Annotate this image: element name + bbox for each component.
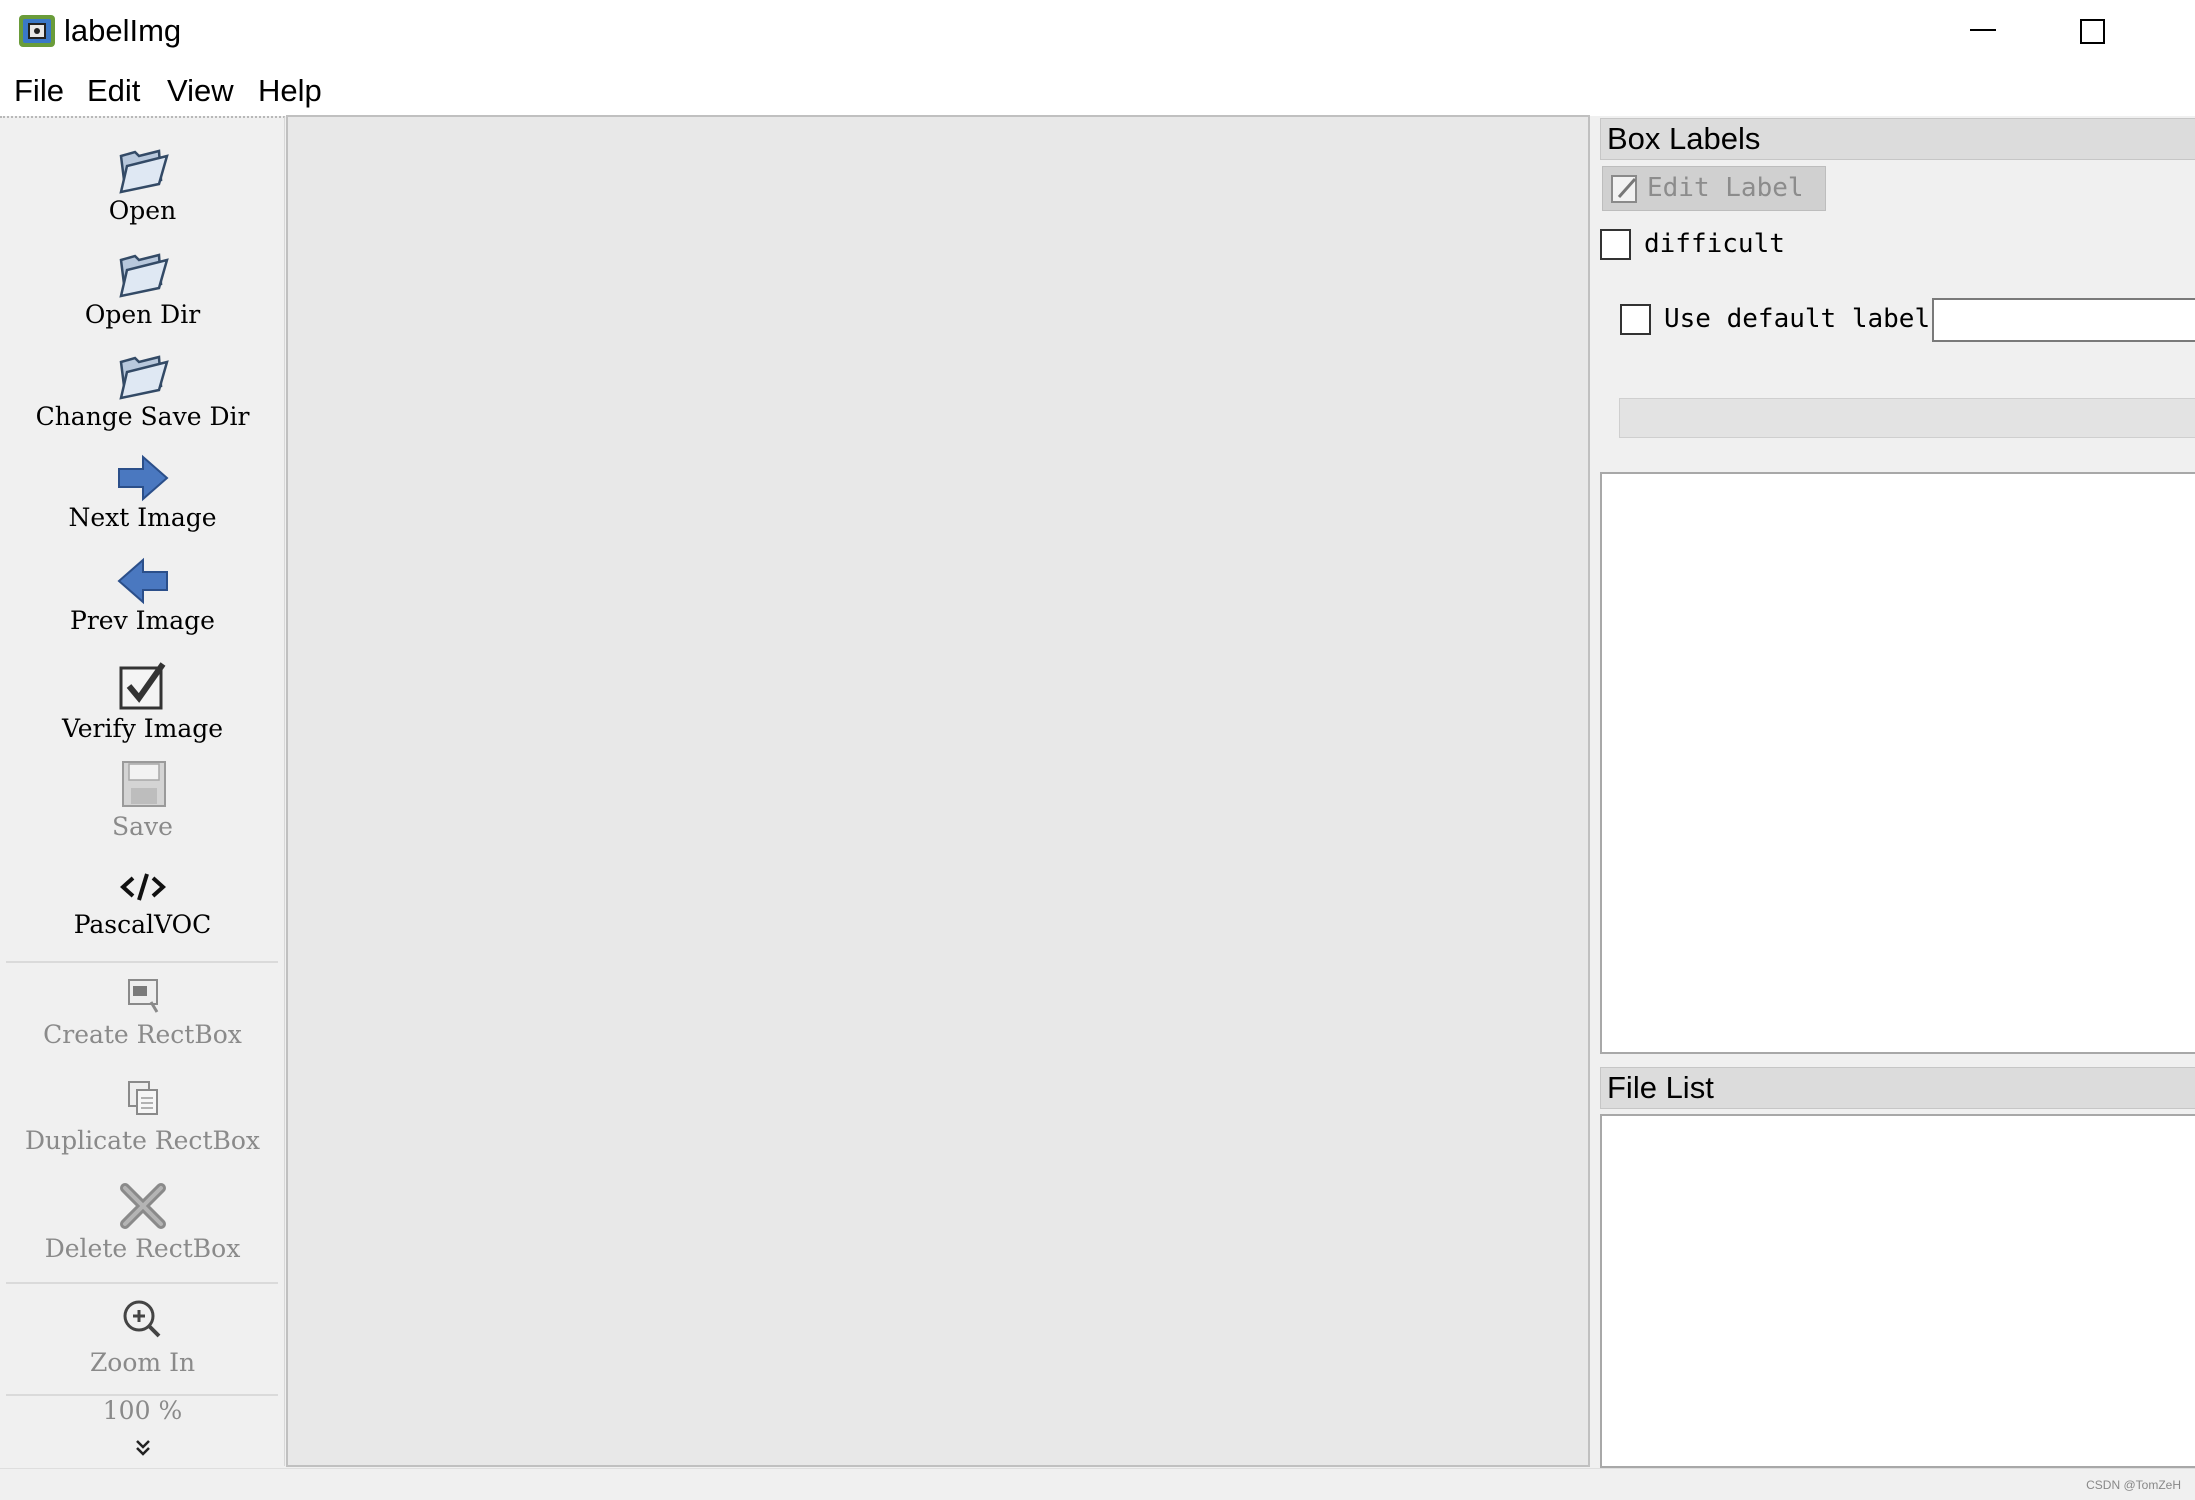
pascalvoc-label: PascalVOC [73, 910, 212, 939]
zoom-in-button[interactable]: Zoom In [0, 1294, 285, 1378]
save-button[interactable]: Save [0, 758, 285, 842]
title-bar: labelImg [0, 0, 2195, 64]
maximize-icon[interactable] [2080, 19, 2105, 44]
open-button[interactable]: Open [0, 142, 285, 226]
create-rectbox-button[interactable]: Create RectBox [0, 970, 285, 1050]
duplicate-rectbox-button[interactable]: Duplicate RectBox [0, 1074, 285, 1156]
open-dir-label: Open Dir [84, 300, 201, 329]
box-labels-title: Box Labels [1600, 118, 2195, 160]
menu-help[interactable]: Help [258, 72, 322, 110]
minimize-icon[interactable] [1970, 29, 1996, 31]
open-dir-button[interactable]: Open Dir [0, 246, 285, 330]
next-image-button[interactable]: Next Image [0, 453, 285, 533]
watermark: CSDN @TomZeH [2086, 1478, 2181, 1492]
double-chevron-down-icon[interactable] [0, 1438, 285, 1463]
folder-icon [118, 355, 169, 400]
file-list-title: File List [1600, 1067, 2195, 1109]
prev-image-button[interactable]: Prev Image [0, 556, 285, 636]
create-rectbox-label: Create RectBox [43, 1020, 242, 1049]
change-save-dir-button[interactable]: Change Save Dir [0, 348, 285, 432]
checkbox-icon [119, 662, 165, 710]
toolbar-separator [6, 1282, 278, 1284]
duplicate-icon [127, 1081, 158, 1115]
menu-file[interactable]: File [14, 72, 64, 110]
open-label: Open [108, 196, 177, 225]
zoom-in-label: Zoom In [89, 1348, 196, 1377]
label-combo-box[interactable] [1619, 398, 2195, 438]
edit-label-text: Edit Label [1647, 173, 1804, 203]
delete-rectbox-label: Delete RectBox [44, 1234, 241, 1263]
zoom-in-icon [123, 1300, 160, 1338]
arrow-left-icon [116, 557, 168, 605]
use-default-label-text: Use default label [1664, 304, 1931, 334]
rectbox-icon [127, 979, 158, 1013]
toolbar: Open Open Dir Change Save Dir Next Image… [0, 116, 285, 1466]
default-label-input[interactable] [1932, 298, 2195, 342]
change-save-dir-label: Change Save Dir [35, 402, 250, 431]
folder-icon [118, 149, 169, 194]
arrow-right-icon [117, 454, 169, 502]
menu-bar: File Edit View Help [0, 64, 2195, 116]
save-label: Save [112, 812, 173, 841]
use-default-label-checkbox[interactable] [1620, 304, 1651, 335]
box-labels-list[interactable] [1600, 472, 2195, 1054]
menu-view[interactable]: View [167, 72, 234, 110]
difficult-label: difficult [1644, 229, 1785, 259]
edit-pencil-icon [1611, 175, 1637, 203]
next-image-label: Next Image [68, 503, 217, 532]
delete-rectbox-button[interactable]: Delete RectBox [0, 1178, 285, 1264]
edit-label-button[interactable]: Edit Label [1602, 166, 1826, 211]
verify-image-label: Verify Image [61, 714, 224, 743]
difficult-checkbox[interactable] [1600, 229, 1631, 260]
zoom-value[interactable]: 100 % [0, 1396, 285, 1426]
window-title: labelImg [64, 13, 182, 48]
status-bar [0, 1468, 2195, 1500]
toolbar-separator [6, 961, 278, 963]
verify-image-button[interactable]: Verify Image [0, 658, 285, 744]
duplicate-rectbox-label: Duplicate RectBox [24, 1126, 261, 1155]
delete-x-icon [119, 1183, 166, 1229]
menu-edit[interactable]: Edit [87, 72, 140, 110]
pascalvoc-button[interactable]: PascalVOC [0, 864, 285, 940]
floppy-icon [121, 761, 166, 807]
code-icon [119, 873, 166, 901]
prev-image-label: Prev Image [70, 606, 215, 635]
image-canvas[interactable] [286, 115, 1590, 1467]
labelimg-app-icon [19, 15, 55, 47]
file-list[interactable] [1600, 1114, 2195, 1468]
folder-icon [118, 253, 169, 298]
